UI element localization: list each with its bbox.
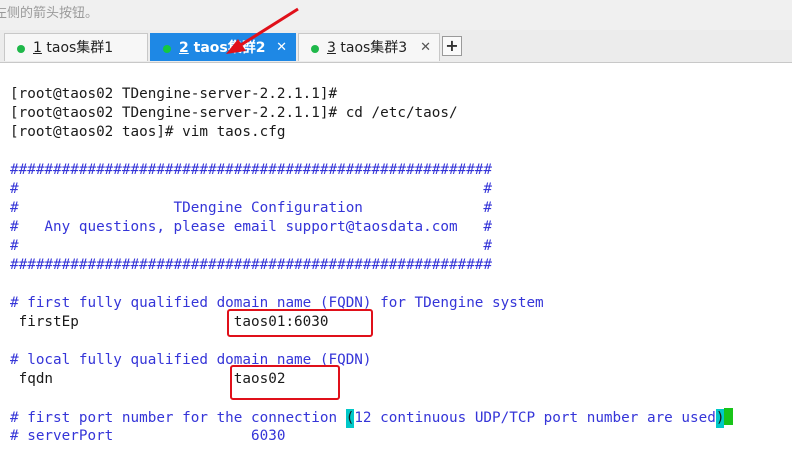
terminal-line: ########################################…	[10, 162, 493, 178]
terminal-line: # #	[10, 238, 493, 254]
terminal-pane[interactable]: [root@taos02 TDengine-server-2.2.1.1]# […	[0, 63, 792, 454]
hint-bar: 左侧的箭头按钮。	[0, 0, 792, 30]
highlight-box-firstep	[227, 309, 373, 337]
tab-label: 1 taos集群1	[33, 40, 114, 56]
close-icon[interactable]: ✕	[276, 34, 287, 62]
tab-taos-cluster-3[interactable]: 3 taos集群3 ✕	[298, 33, 440, 61]
terminal-line: [root@taos02 TDengine-server-2.2.1.1]# c…	[10, 105, 458, 121]
terminal-line: [root@taos02 TDengine-server-2.2.1.1]#	[10, 86, 338, 102]
close-icon[interactable]: ✕	[420, 34, 431, 62]
terminal-line: # TDengine Configuration #	[10, 200, 493, 216]
terminal-line: # #	[10, 181, 493, 197]
status-dot-icon	[311, 45, 319, 53]
terminal-line: # first port number for the connection (…	[10, 408, 734, 428]
terminal-text: 12 continuous UDP/TCP port number are us…	[354, 410, 716, 426]
terminal-line: [root@taos02 taos]# vim taos.cfg	[10, 124, 286, 140]
highlight-box-fqdn	[230, 365, 340, 400]
status-dot-icon	[163, 45, 171, 53]
terminal-text: # first port number for the connection	[10, 410, 346, 426]
tab-taos-cluster-2[interactable]: 2 taos集群2 ✕	[150, 33, 296, 61]
tab-bar: 1 taos集群1 2 taos集群2 ✕ 3 taos集群3 ✕ +	[0, 30, 792, 63]
terminal-line: ########################################…	[10, 257, 493, 273]
terminal-line: # Any questions, please email support@ta…	[10, 219, 493, 235]
tab-label: 3 taos集群3	[327, 40, 408, 56]
cursor-highlight: )	[715, 409, 725, 428]
plus-icon[interactable]: +	[442, 36, 462, 56]
hint-text: 左侧的箭头按钮。	[0, 6, 99, 21]
cursor-icon	[724, 408, 734, 425]
terminal-line: # serverPort 6030	[10, 428, 286, 444]
tab-label: 2 taos集群2	[179, 40, 266, 56]
tab-taos-cluster-1[interactable]: 1 taos集群1	[4, 33, 148, 61]
status-dot-icon	[17, 45, 25, 53]
